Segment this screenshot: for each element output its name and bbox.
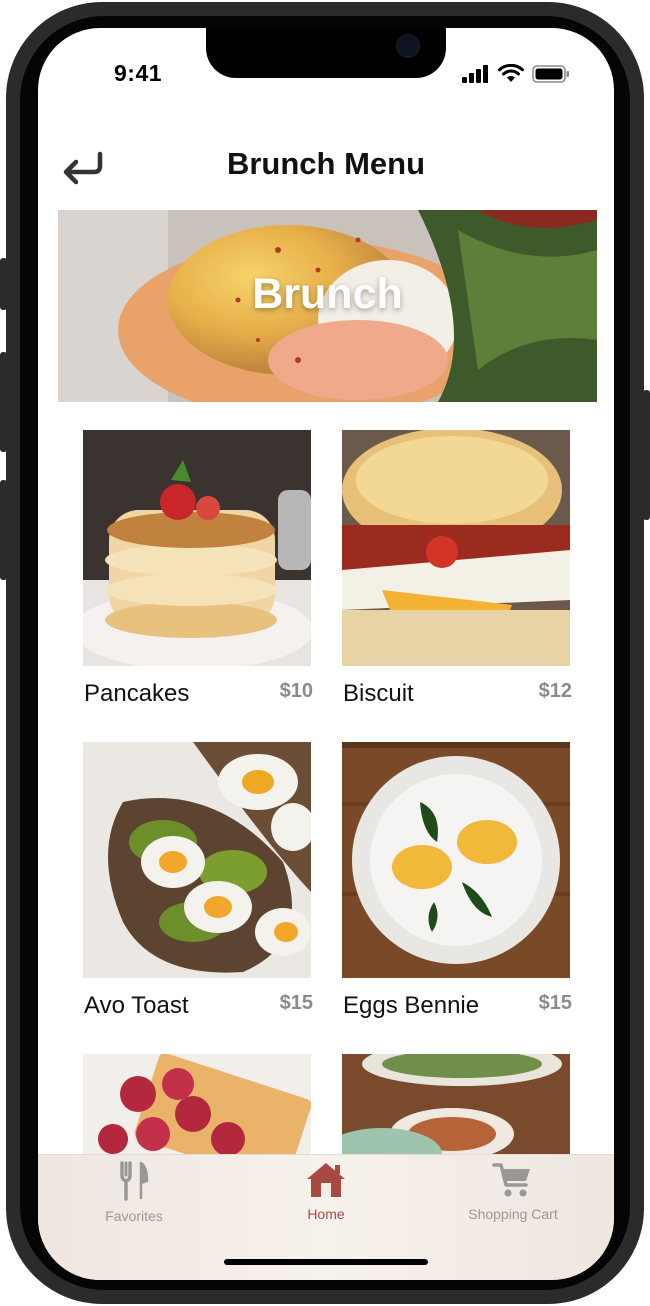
hero-label: Brunch [252,270,403,318]
menu-item-name: Pancakes [84,680,190,707]
tab-shopping-cart[interactable]: Shopping Cart [454,1161,572,1222]
tab-home[interactable]: Home [288,1161,364,1222]
front-camera [396,34,420,58]
status-time: 9:41 [114,60,163,86]
status-icons [462,64,570,83]
volume-down-button [0,480,7,580]
menu-item-price: $15 [538,992,572,1014]
battery-icon [532,64,569,83]
menu-item-price: $15 [279,992,313,1014]
signal-icon [462,64,488,83]
mute-switch [0,258,7,310]
home-indicator[interactable] [224,1259,428,1265]
wifi-icon [498,64,524,82]
menu-item-price: $10 [279,680,313,702]
tab-label: Shopping Cart [468,1206,558,1222]
page-title: Brunch Menu [226,146,426,181]
hero-banner[interactable]: Brunch [58,210,597,402]
menu-item-price: $12 [538,680,572,702]
home-icon [307,1163,345,1197]
pancakes-image [83,430,311,666]
menu-card-eggs-bennie[interactable]: Eggs Bennie $15 [342,742,572,1019]
menu-card-biscuit[interactable]: Biscuit $12 [342,430,572,707]
menu-card-pancakes[interactable]: Pancakes $10 [83,430,313,707]
fork-knife-icon [120,1161,149,1201]
power-button [643,390,650,520]
tab-label: Home [307,1206,345,1222]
menu-card-avo-toast[interactable]: Avo Toast $15 [83,742,313,1019]
menu-item-name: Biscuit [343,680,414,707]
menu-item-name: Avo Toast [84,992,189,1019]
volume-up-button [0,352,7,452]
menu-item-name: Eggs Bennie [343,992,480,1019]
biscuit-image [342,430,570,666]
avo-toast-image [83,742,311,978]
notch [206,28,446,78]
app-screen: 9:41 Brunch Menu Brunch Pancakes $10 Bis… [38,28,614,1280]
cart-icon [492,1163,530,1197]
phone-mockup: 9:41 Brunch Menu Brunch Pancakes $10 Bis… [0,0,650,1306]
tab-label: Favorites [105,1208,163,1224]
tab-favorites[interactable]: Favorites [94,1161,174,1224]
eggs-bennie-image [342,742,570,978]
